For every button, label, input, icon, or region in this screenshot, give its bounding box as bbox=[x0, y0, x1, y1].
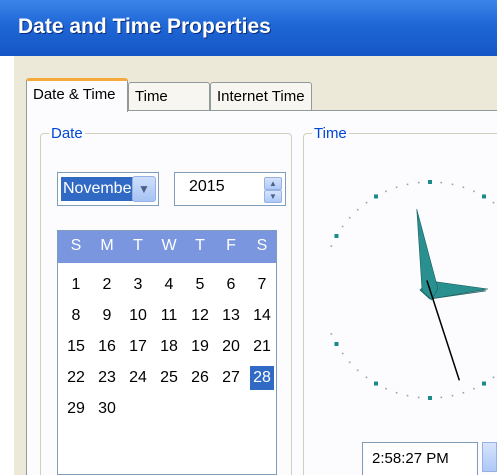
minute-marker bbox=[451, 394, 454, 397]
minute-marker bbox=[492, 376, 495, 379]
minute-marker bbox=[330, 245, 333, 247]
minute-marker bbox=[348, 361, 351, 364]
weekday-header: SMTWTFS bbox=[58, 231, 276, 263]
weekday-label: F bbox=[226, 237, 236, 254]
hour-marker bbox=[374, 194, 378, 199]
minute-marker bbox=[473, 387, 475, 390]
time-spinner-icon[interactable] bbox=[482, 442, 497, 472]
calendar-day[interactable]: 18 bbox=[157, 335, 181, 359]
tab-date-time[interactable]: Date & Time bbox=[26, 78, 128, 112]
calendar-day[interactable]: 26 bbox=[188, 366, 212, 390]
time-input[interactable]: 2:58:27 PM bbox=[362, 442, 478, 475]
minute-marker bbox=[395, 186, 398, 189]
minute-marker bbox=[341, 352, 344, 355]
tab-internet-time[interactable]: Internet Time bbox=[210, 82, 312, 110]
calendar-day[interactable]: 17 bbox=[126, 335, 150, 359]
calendar-day-selected[interactable]: 28 bbox=[250, 366, 274, 390]
weekday-label: S bbox=[256, 237, 268, 254]
minute-marker bbox=[385, 190, 387, 193]
minute-marker bbox=[356, 369, 359, 372]
month-calendar[interactable]: SMTWTFS 1 2 3 4 5 6 7 8 9 10 11 12 13 14 15 16 17 18 19 20 2… bbox=[57, 230, 277, 475]
calendar-day[interactable]: 22 bbox=[64, 366, 88, 390]
minute-marker bbox=[473, 190, 475, 193]
title-bar[interactable]: Date and Time Properties bbox=[0, 0, 497, 56]
calendar-day[interactable]: 13 bbox=[219, 304, 243, 328]
spin-up-icon[interactable]: ▲ bbox=[264, 177, 282, 190]
minute-marker bbox=[395, 391, 398, 394]
minute-marker bbox=[348, 216, 351, 219]
weekday-label: W bbox=[161, 237, 177, 254]
calendar-day[interactable]: 23 bbox=[95, 366, 119, 390]
calendar-day[interactable]: 30 bbox=[95, 397, 119, 421]
calendar-day[interactable]: 10 bbox=[126, 304, 150, 328]
time-value: 2:58:27 PM bbox=[372, 450, 449, 467]
minute-marker bbox=[440, 181, 443, 184]
minute-marker bbox=[356, 208, 359, 211]
calendar-day[interactable]: 12 bbox=[188, 304, 212, 328]
hour-marker bbox=[374, 381, 378, 386]
calendar-day[interactable]: 29 bbox=[64, 397, 88, 421]
calendar-day[interactable]: 19 bbox=[188, 335, 212, 359]
minute-marker bbox=[385, 387, 387, 390]
calendar-day[interactable]: 9 bbox=[95, 304, 119, 328]
year-spinner[interactable]: 2015 ▲ ▼ bbox=[174, 172, 286, 206]
window-title: Date and Time Properties bbox=[18, 15, 271, 38]
minute-marker bbox=[417, 181, 420, 184]
minute-marker bbox=[330, 333, 333, 335]
calendar-day[interactable]: 4 bbox=[157, 273, 181, 297]
date-group-label: Date bbox=[51, 125, 83, 142]
date-time-properties-window: Date and Time Properties Date & Time Tim… bbox=[0, 0, 497, 475]
analog-clock bbox=[320, 160, 497, 420]
hour-marker bbox=[428, 396, 432, 400]
weekday-label: T bbox=[133, 237, 143, 254]
calendar-day[interactable]: 8 bbox=[64, 304, 88, 328]
calendar-day[interactable]: 3 bbox=[126, 273, 150, 297]
calendar-day[interactable]: 27 bbox=[219, 366, 243, 390]
hour-marker bbox=[428, 180, 432, 184]
calendar-day[interactable]: 2 bbox=[95, 273, 119, 297]
minute-marker bbox=[406, 394, 409, 397]
month-value: November bbox=[61, 177, 139, 201]
minute-marker bbox=[440, 396, 443, 399]
calendar-day[interactable]: 25 bbox=[157, 366, 181, 390]
calendar-day[interactable]: 21 bbox=[250, 335, 274, 359]
hour-marker bbox=[482, 194, 486, 199]
hour-marker bbox=[482, 381, 486, 386]
hour-marker bbox=[334, 342, 339, 346]
calendar-day[interactable]: 24 bbox=[126, 366, 150, 390]
minute-marker bbox=[462, 391, 465, 394]
hour-marker bbox=[334, 234, 339, 238]
minute-marker bbox=[451, 183, 454, 186]
minute-marker bbox=[462, 186, 465, 189]
calendar-day[interactable]: 16 bbox=[95, 335, 119, 359]
calendar-day[interactable]: 6 bbox=[219, 273, 243, 297]
spin-down-icon[interactable]: ▼ bbox=[264, 190, 282, 203]
month-dropdown[interactable]: November ▼ bbox=[57, 172, 159, 206]
calendar-day[interactable]: 5 bbox=[188, 273, 212, 297]
minute-hand bbox=[416, 209, 439, 301]
calendar-day[interactable]: 11 bbox=[157, 304, 181, 328]
calendar-day[interactable]: 1 bbox=[64, 273, 88, 297]
time-group-label: Time bbox=[314, 125, 347, 142]
calendar-day[interactable]: 7 bbox=[250, 273, 274, 297]
minute-marker bbox=[492, 201, 495, 204]
minute-marker bbox=[365, 376, 368, 379]
weekday-label: S bbox=[70, 237, 82, 254]
calendar-day[interactable]: 15 bbox=[64, 335, 88, 359]
minute-marker bbox=[406, 183, 409, 186]
weekday-label: M bbox=[100, 237, 114, 254]
minute-marker bbox=[341, 225, 344, 228]
calendar-day[interactable]: 20 bbox=[219, 335, 243, 359]
weekday-label: T bbox=[195, 237, 205, 254]
year-value: 2015 bbox=[189, 178, 225, 195]
calendar-day[interactable]: 14 bbox=[250, 304, 274, 328]
chevron-down-icon[interactable]: ▼ bbox=[132, 176, 156, 202]
tab-time-zone[interactable]: Time Zone bbox=[128, 82, 210, 133]
minute-marker bbox=[365, 201, 368, 204]
minute-marker bbox=[417, 396, 420, 399]
